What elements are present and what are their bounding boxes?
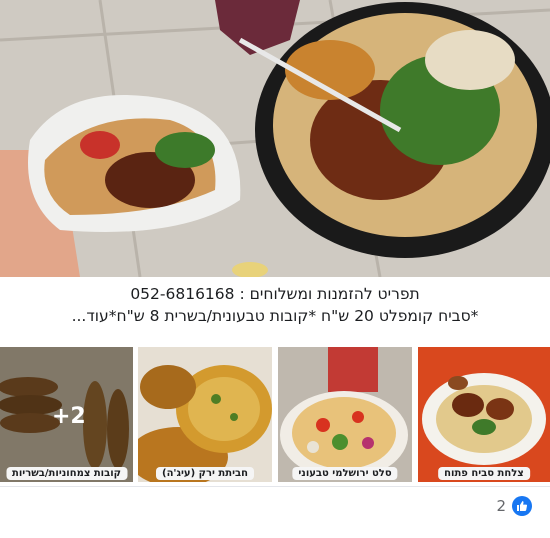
gallery-label: סלט ירושלמי טבעוני [292, 467, 398, 480]
sabich-plate-photo [418, 347, 550, 482]
divider [0, 486, 550, 487]
post-caption: תפריט להזמנות ומשלוחים : 052-6816168 *סב… [0, 283, 550, 327]
gallery-item-vegetable-omelette[interactable]: חביתת ירק (עיג'ה) [138, 347, 272, 482]
sabich-photo [0, 0, 550, 277]
gallery-label: צלחת סביח פתוח [438, 467, 530, 480]
reactions-bar[interactable]: 2 [496, 496, 532, 516]
caption-line-menu[interactable]: *סביח קומפלט 20 ש"ח *קובות טבעונית/בשרית… [0, 305, 550, 327]
gallery-item-jerusalem-salad[interactable]: סלט ירושלמי טבעוני [278, 347, 412, 482]
post-main-photo[interactable] [0, 0, 550, 277]
omelette-photo [138, 347, 272, 482]
photo-gallery: צלחת סביח פתוח סלט ירושלמי טבעוני חביתת [0, 347, 550, 482]
caption-line-phone: תפריט להזמנות ומשלוחים : 052-6816168 [130, 285, 420, 303]
reaction-count[interactable]: 2 [496, 497, 506, 515]
gallery-item-sabich-plate[interactable]: צלחת סביח פתוח [418, 347, 550, 482]
more-photos-count: +2 [52, 404, 86, 429]
gallery-item-kubbeh-more[interactable]: +2 קובות צמחוניות/בשריות [0, 347, 133, 482]
gallery-label: קובות צמחוניות/בשריות [5, 467, 128, 480]
gallery-label: חביתת ירק (עיג'ה) [155, 467, 255, 480]
like-icon [512, 496, 532, 516]
salad-photo [278, 347, 412, 482]
